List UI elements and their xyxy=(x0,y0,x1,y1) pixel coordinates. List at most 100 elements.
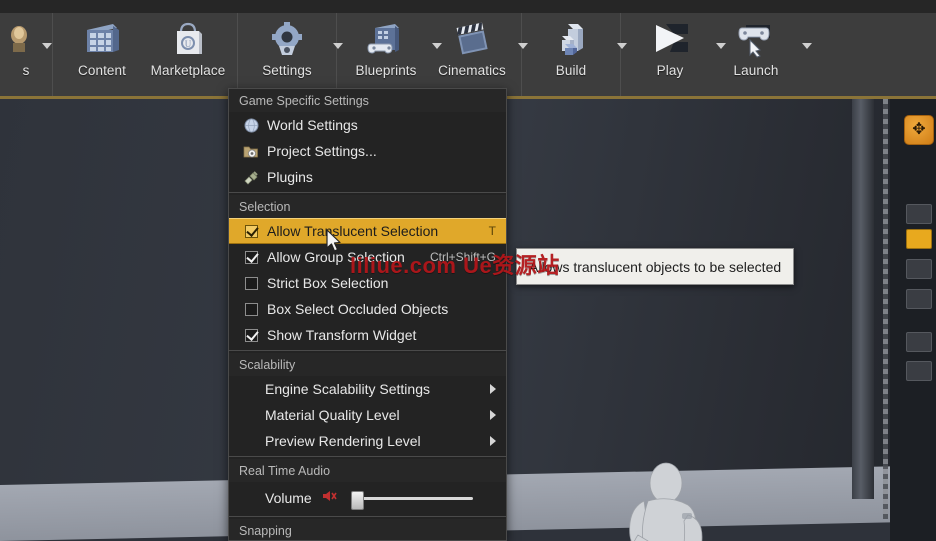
menu-shortcut-allow-translucent-selection: T xyxy=(489,224,506,238)
menu-item-show-transform-widget[interactable]: Show Transform Widget xyxy=(229,322,506,348)
toolbar-button-build[interactable]: Build xyxy=(528,13,614,96)
viewport-right-toolbar: ✥ xyxy=(890,99,936,541)
checkbox-show-transform-widget[interactable] xyxy=(239,326,263,344)
chevron-down-icon[interactable] xyxy=(42,43,52,49)
toolbar-label-content: Content xyxy=(78,63,126,78)
chevron-down-icon[interactable] xyxy=(333,43,343,49)
menu-divider-3 xyxy=(229,456,506,457)
play-triangle-icon xyxy=(647,18,693,62)
build-blocks-icon xyxy=(548,18,594,62)
menu-label-engine-scalability-settings: Engine Scalability Settings xyxy=(265,381,490,397)
menu-shortcut-allow-group-selection: Ctrl+Shift+G xyxy=(430,250,506,264)
checkbox-box-select-occluded-objects[interactable] xyxy=(239,300,263,318)
content-browser-icon xyxy=(79,18,125,62)
speaker-mute-icon[interactable] xyxy=(322,489,337,508)
menu-label-material-quality-level: Material Quality Level xyxy=(265,407,490,423)
viewport-side-button-4[interactable] xyxy=(906,289,932,309)
world-sphere-icon xyxy=(239,116,263,134)
menu-divider-1 xyxy=(229,192,506,193)
toolbar-label-blueprints: Blueprints xyxy=(355,63,416,78)
toolbar-group-blueprints-cinematics: Blueprints xyxy=(337,13,522,96)
menu-item-material-quality-level[interactable]: Material Quality Level xyxy=(229,402,506,428)
chevron-down-icon[interactable] xyxy=(518,43,528,49)
menu-divider-4 xyxy=(229,516,506,517)
toolbar-group-modes: s xyxy=(0,13,53,96)
viewport-side-button-6[interactable] xyxy=(906,361,932,381)
toolbar-label-settings: Settings xyxy=(262,63,312,78)
toolbar-group-build: Build xyxy=(522,13,621,96)
menu-item-box-select-occluded-objects[interactable]: Box Select Occluded Objects xyxy=(229,296,506,322)
move-widget-icon[interactable]: ✥ xyxy=(904,115,934,145)
viewport-pillar xyxy=(852,99,874,499)
chevron-down-icon[interactable] xyxy=(802,43,812,49)
toolbar-label-marketplace: Marketplace xyxy=(151,63,226,78)
menu-section-snapping: Snapping xyxy=(229,519,506,541)
tooltip-allow-translucent-selection: Allows translucent objects to be selecte… xyxy=(516,248,794,285)
checkbox-allow-group-selection[interactable] xyxy=(239,248,263,266)
checkbox-allow-translucent-selection[interactable] xyxy=(239,222,263,240)
viewport-chain xyxy=(883,99,888,519)
menu-label-allow-group-selection: Allow Group Selection xyxy=(267,249,430,265)
unreal-editor-window: s Conten xyxy=(0,0,936,541)
volume-slider-track xyxy=(351,497,473,500)
menu-label-preview-rendering-level: Preview Rendering Level xyxy=(265,433,490,449)
viewport-side-button-5[interactable] xyxy=(906,332,932,352)
toolbar-button-launch[interactable]: Launch xyxy=(713,13,799,96)
menu-label-allow-translucent-selection: Allow Translucent Selection xyxy=(267,223,489,239)
toolbar-label-build: Build xyxy=(556,63,587,78)
gear-icon xyxy=(264,18,310,62)
mannequin-character[interactable] xyxy=(578,457,758,541)
menu-item-plugins[interactable]: Plugins xyxy=(229,164,506,190)
tooltip-text: Allows translucent objects to be selecte… xyxy=(529,259,781,275)
checkbox-strict-box-selection[interactable] xyxy=(239,274,263,292)
marketplace-bag-icon: U xyxy=(165,18,211,62)
menu-item-preview-rendering-level[interactable]: Preview Rendering Level xyxy=(229,428,506,454)
toolbar-label-cinematics: Cinematics xyxy=(438,63,506,78)
modes-icon xyxy=(3,18,49,62)
launch-device-icon xyxy=(733,18,779,62)
settings-dropdown-menu[interactable]: Game Specific Settings World Settings Pr… xyxy=(228,88,507,541)
menu-item-project-settings[interactable]: Project Settings... xyxy=(229,138,506,164)
toolbar-button-marketplace[interactable]: U Marketplace xyxy=(145,13,231,96)
menu-item-world-settings[interactable]: World Settings xyxy=(229,112,506,138)
toolbar-button-modes[interactable]: s xyxy=(6,13,46,96)
toolbar-button-play[interactable]: Play xyxy=(627,13,713,96)
clapperboard-icon xyxy=(449,18,495,62)
toolbar-button-settings[interactable]: Settings xyxy=(244,13,330,96)
menu-item-engine-scalability-settings[interactable]: Engine Scalability Settings xyxy=(229,376,506,402)
menu-item-strict-box-selection[interactable]: Strict Box Selection xyxy=(229,270,506,296)
toolbar-label-launch: Launch xyxy=(734,63,779,78)
menu-section-game-specific: Game Specific Settings xyxy=(229,89,506,112)
menu-label-world-settings: World Settings xyxy=(267,117,506,133)
volume-row: Volume xyxy=(229,482,506,514)
menu-item-allow-group-selection[interactable]: Allow Group Selection Ctrl+Shift+G xyxy=(229,244,506,270)
chevron-right-icon xyxy=(490,410,496,420)
menu-label-plugins: Plugins xyxy=(267,169,506,185)
plug-icon xyxy=(239,168,263,186)
volume-slider-handle[interactable] xyxy=(351,491,364,510)
menu-label-show-transform-widget: Show Transform Widget xyxy=(267,327,506,343)
viewport-side-button-3[interactable] xyxy=(906,259,932,279)
svg-text:U: U xyxy=(185,39,192,49)
viewport-side-button-2[interactable] xyxy=(906,229,932,249)
toolbar-label-play: Play xyxy=(657,63,684,78)
toolbar-label-modes: s xyxy=(23,63,30,78)
menu-label-strict-box-selection: Strict Box Selection xyxy=(267,275,506,291)
project-gear-icon xyxy=(239,142,263,160)
toolbar-group-settings: Settings xyxy=(238,13,337,96)
toolbar-button-cinematics[interactable]: Cinematics xyxy=(429,13,515,96)
chevron-down-icon[interactable] xyxy=(617,43,627,49)
menu-item-allow-translucent-selection[interactable]: Allow Translucent Selection T xyxy=(229,218,506,244)
menu-divider-2 xyxy=(229,350,506,351)
menu-label-box-select-occluded-objects: Box Select Occluded Objects xyxy=(267,301,506,317)
viewport-side-button-1[interactable] xyxy=(906,204,932,224)
chevron-right-icon xyxy=(490,436,496,446)
menu-section-selection: Selection xyxy=(229,195,506,218)
toolbar-button-blueprints[interactable]: Blueprints xyxy=(343,13,429,96)
blueprints-gamepad-icon xyxy=(363,18,409,62)
volume-label: Volume xyxy=(265,490,312,506)
volume-slider[interactable] xyxy=(351,491,473,505)
toolbar-button-content[interactable]: Content xyxy=(59,13,145,96)
toolbar-group-play-launch: Play Launch xyxy=(621,13,805,96)
chevron-right-icon xyxy=(490,384,496,394)
